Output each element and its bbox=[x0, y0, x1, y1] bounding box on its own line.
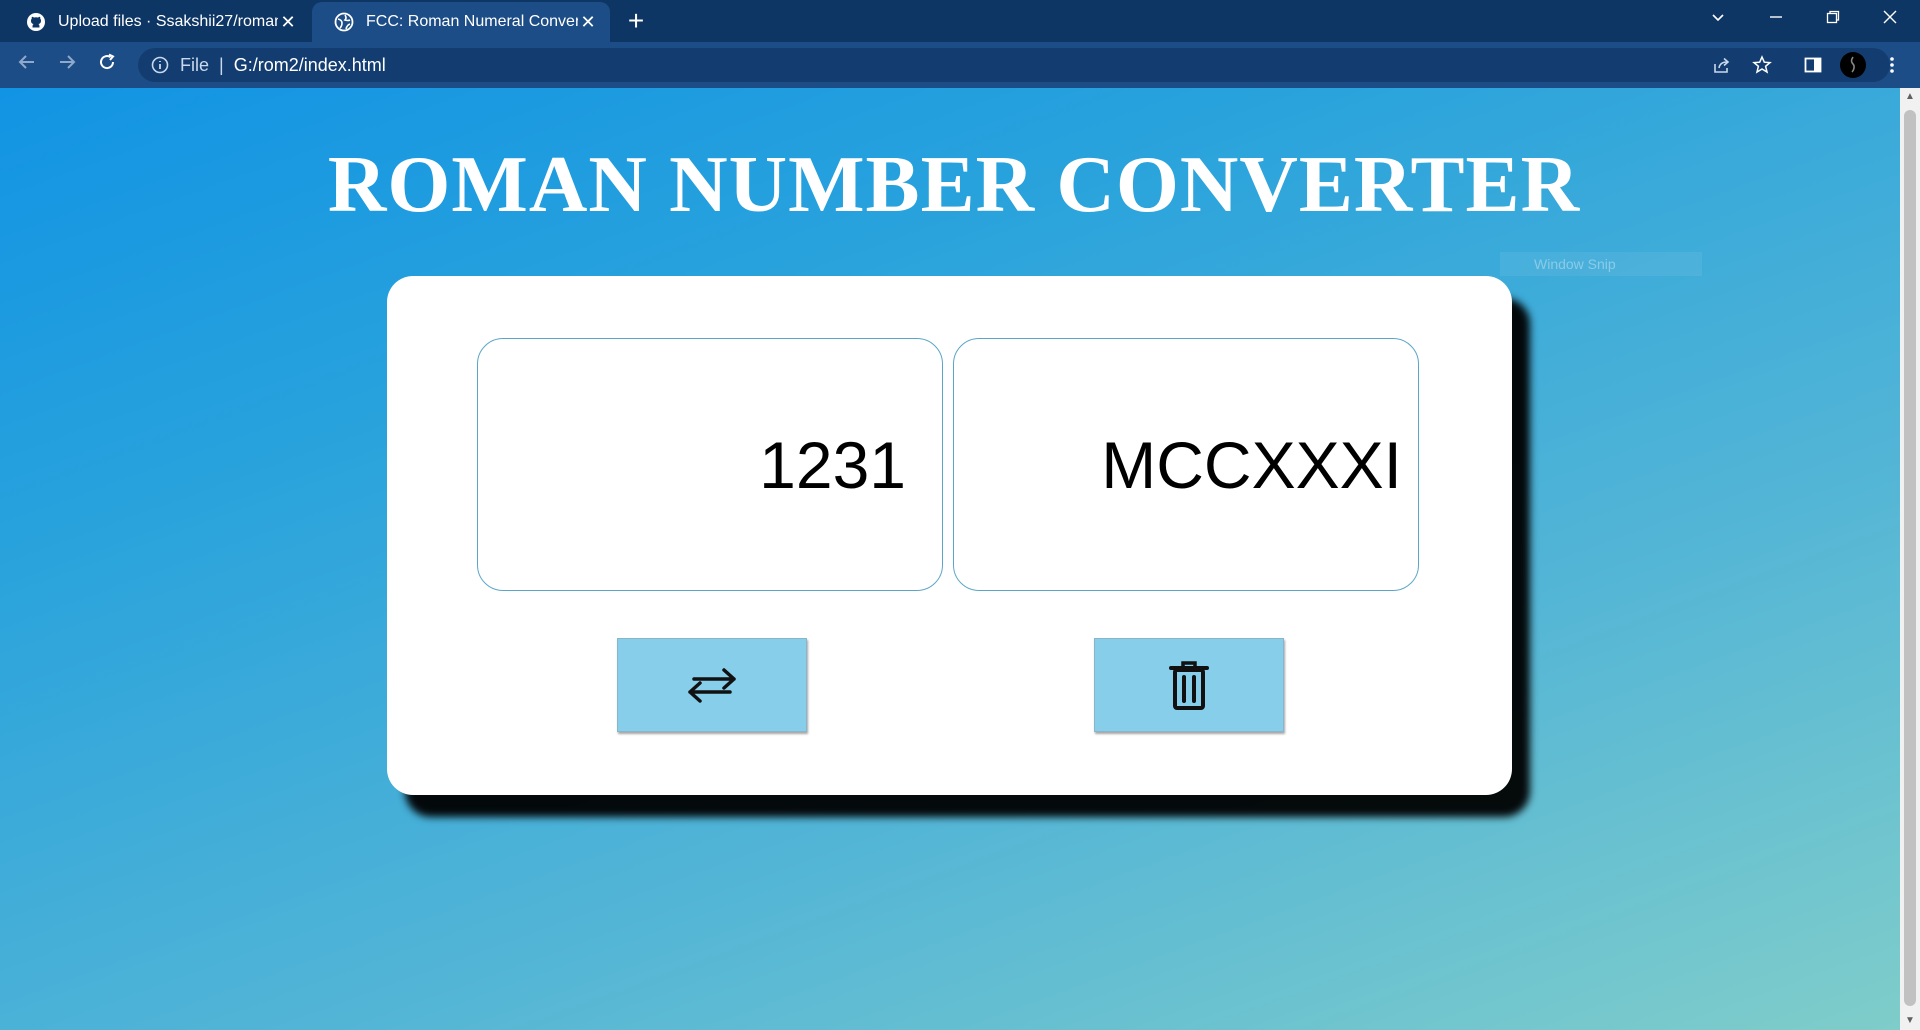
tab-close-icon[interactable]: ✕ bbox=[578, 12, 598, 33]
address-bar[interactable]: File | G:/rom2/index.html bbox=[138, 48, 1890, 82]
swap-arrows-icon bbox=[688, 668, 736, 703]
trash-icon bbox=[1169, 661, 1209, 710]
close-window-icon[interactable] bbox=[1862, 0, 1918, 40]
scrollbar-thumb[interactable] bbox=[1904, 110, 1916, 1006]
page-viewport: ROMAN NUMBER CONVERTER Window Snip 1231 … bbox=[0, 88, 1900, 1030]
tab-search-chevron-icon[interactable] bbox=[1690, 0, 1746, 40]
number-input[interactable]: 1231 bbox=[477, 338, 943, 591]
url-separator: | bbox=[219, 54, 224, 75]
tab-title: Upload files · Ssakshii27/roman-n bbox=[58, 13, 278, 30]
vertical-scrollbar[interactable]: ▲ ▼ bbox=[1900, 88, 1920, 1030]
tab-roman-converter[interactable]: FCC: Roman Numeral Converter ✕ bbox=[312, 2, 610, 42]
converter-card: 1231 MCCXXXI bbox=[387, 276, 1512, 795]
minimize-icon[interactable] bbox=[1748, 0, 1804, 40]
window-snip-tooltip: Window Snip bbox=[1500, 252, 1702, 276]
scroll-down-arrow-icon[interactable]: ▼ bbox=[1900, 1012, 1920, 1030]
clear-button[interactable] bbox=[1094, 638, 1284, 732]
bookmark-star-icon[interactable] bbox=[1745, 49, 1779, 81]
globe-icon bbox=[334, 12, 354, 32]
tab-title: FCC: Roman Numeral Converter bbox=[366, 13, 578, 30]
profile-avatar[interactable] bbox=[1836, 49, 1870, 81]
back-icon[interactable] bbox=[10, 49, 44, 81]
share-icon[interactable] bbox=[1705, 49, 1739, 81]
roman-output[interactable]: MCCXXXI bbox=[953, 338, 1419, 591]
url-text[interactable]: G:/rom2/index.html bbox=[234, 55, 386, 76]
convert-button[interactable] bbox=[617, 638, 807, 732]
reload-icon[interactable] bbox=[90, 49, 124, 81]
forward-icon[interactable] bbox=[50, 49, 84, 81]
tab-close-icon[interactable]: ✕ bbox=[278, 12, 298, 33]
tab-upload-files[interactable]: Upload files · Ssakshii27/roman-n ✕ bbox=[4, 2, 310, 42]
new-tab-button[interactable]: + bbox=[620, 4, 652, 38]
side-panel-icon[interactable] bbox=[1796, 49, 1830, 81]
kebab-menu-icon[interactable] bbox=[1875, 49, 1909, 81]
info-icon[interactable] bbox=[150, 55, 170, 75]
restore-icon[interactable] bbox=[1805, 0, 1861, 40]
github-icon bbox=[27, 13, 45, 31]
browser-toolbar: File | G:/rom2/index.html bbox=[0, 42, 1920, 88]
url-scheme: File bbox=[180, 54, 210, 75]
scroll-up-arrow-icon[interactable]: ▲ bbox=[1900, 88, 1920, 106]
tab-strip: Upload files · Ssakshii27/roman-n ✕ FCC:… bbox=[0, 0, 1920, 42]
page-title: ROMAN NUMBER CONVERTER bbox=[327, 139, 1581, 229]
